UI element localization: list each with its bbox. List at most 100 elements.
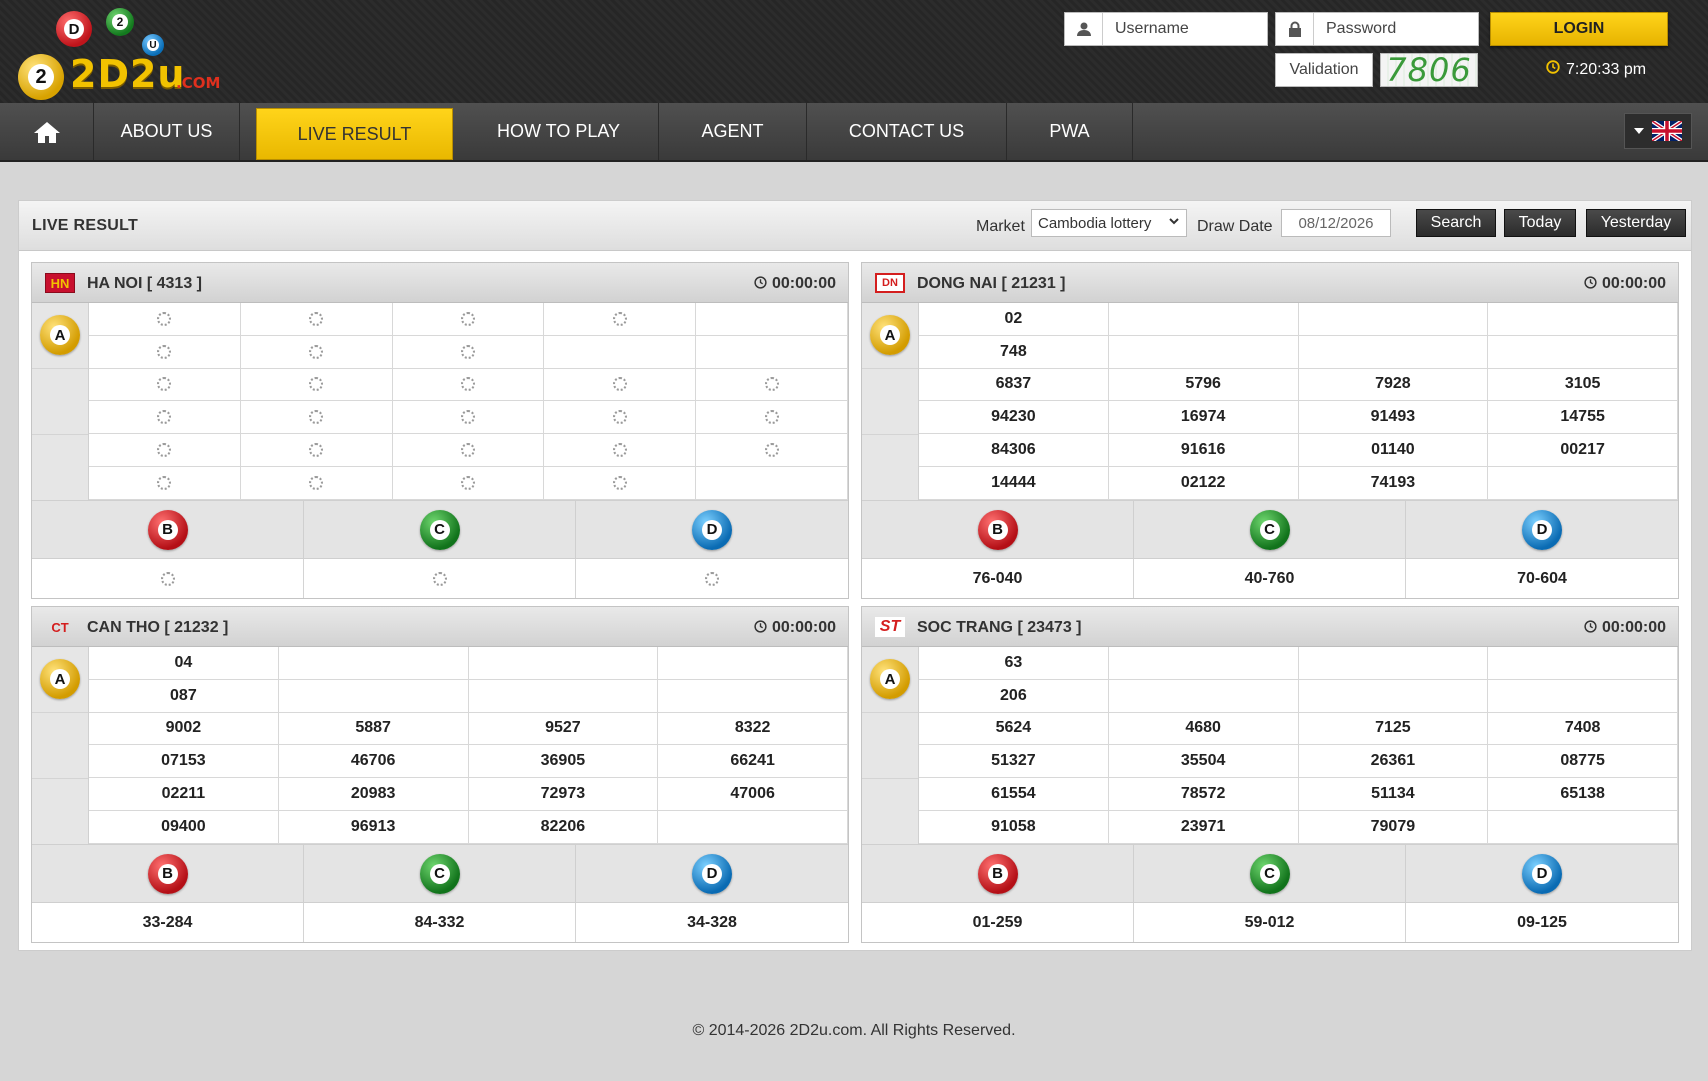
prize-a-label: A [32, 303, 88, 500]
market-flag-icon: CT [51, 619, 69, 635]
prize-a-label: A [862, 303, 918, 500]
market-flag-icon: HN [45, 273, 75, 293]
validation-placeholder: Validation [1289, 61, 1359, 78]
ball-a-icon: A [870, 659, 910, 699]
loading-spinner-icon [160, 571, 175, 586]
result-cell [392, 401, 545, 435]
ball-b-icon: B [147, 509, 188, 550]
today-button[interactable]: Today [1504, 209, 1576, 237]
result-cell [544, 303, 697, 336]
username-field[interactable]: Username [1064, 12, 1268, 46]
result-cell [240, 434, 393, 467]
loading-spinner-icon [157, 443, 172, 458]
draw-countdown: 00:00:00 [1584, 275, 1666, 293]
result-cell: 02 [919, 303, 1109, 336]
result-cell: 94230 [919, 401, 1109, 435]
ball-c-icon: C [419, 509, 460, 550]
result-cell [544, 401, 697, 435]
nav-about-us[interactable]: ABOUT US [94, 103, 240, 160]
result-cell: 72973 [468, 778, 659, 811]
prize-bcd-values: 76-040 40-760 70-604 [862, 559, 1678, 598]
uk-flag-icon [1652, 121, 1682, 141]
loading-spinner-icon [764, 410, 779, 425]
nav-home[interactable] [0, 103, 94, 160]
loading-spinner-icon [157, 475, 172, 490]
ball-a-icon: A [40, 315, 80, 355]
result-cell [89, 466, 241, 500]
site-logo[interactable]: D 2 U 2 2D2u .COM [18, 8, 228, 100]
prize-a-label: A [862, 647, 918, 844]
market-name: DONG NAI [ 21231 ] [917, 275, 1066, 292]
result-cell [544, 434, 697, 467]
result-cell: 14444 [919, 466, 1109, 500]
ball-c-icon: C [1249, 853, 1290, 894]
result-cell: 20983 [278, 778, 469, 811]
result-cell [392, 303, 545, 336]
top-bar: D 2 U 2 2D2u .COM Username Password Vali… [0, 0, 1708, 103]
logo-ball-yellow: 2 [18, 54, 64, 100]
result-cell: 23971 [1108, 810, 1299, 844]
loading-spinner-icon [612, 443, 627, 458]
loading-spinner-icon [309, 410, 324, 425]
result-cell [278, 679, 469, 713]
result-cell [696, 401, 848, 435]
clock-icon [1584, 619, 1597, 637]
result-cell: 79079 [1298, 810, 1489, 844]
search-button[interactable]: Search [1416, 209, 1496, 237]
nav-agent[interactable]: AGENT [659, 103, 807, 160]
result-cell [1108, 303, 1299, 336]
result-cell [658, 679, 848, 713]
result-cell [1108, 647, 1299, 680]
clock-icon [754, 619, 767, 637]
result-cell [89, 368, 241, 402]
ball-d-icon: D [1522, 509, 1562, 550]
nav-how-to-play[interactable]: HOW TO PLAY [459, 103, 659, 160]
clock-icon [754, 275, 767, 293]
market-name: HA NOI [ 4313 ] [87, 275, 202, 292]
live-result-container: LIVE RESULT Market Cambodia lottery Draw… [18, 200, 1692, 951]
validation-field[interactable]: Validation [1275, 53, 1373, 87]
market-select[interactable]: Cambodia lottery [1031, 209, 1187, 237]
result-cell [696, 466, 848, 500]
result-cell [544, 466, 697, 500]
draw-date-input[interactable]: 08/12/2026 [1281, 209, 1391, 237]
language-selector[interactable] [1624, 113, 1692, 149]
prize-bcd-header: B C D [862, 500, 1678, 559]
prize-value: 09-125 [1517, 913, 1567, 931]
result-cell: 61554 [919, 778, 1109, 811]
result-cell [468, 647, 659, 680]
result-cell [1298, 335, 1489, 369]
loading-spinner-icon [157, 344, 172, 359]
panel-header: DN DONG NAI [ 21231 ] 00:00:00 [862, 263, 1678, 303]
prize-value: 01-259 [862, 903, 1134, 942]
draw-countdown: 00:00:00 [754, 619, 836, 637]
result-cell: 02122 [1108, 466, 1299, 500]
loading-spinner-icon [612, 311, 627, 326]
result-cell [696, 368, 848, 402]
login-button[interactable]: LOGIN [1490, 12, 1668, 46]
result-toolbar: LIVE RESULT Market Cambodia lottery Draw… [19, 201, 1691, 251]
market-panel-hanoi: HN HA NOI [ 4313 ] 00:00:00 A B C D [31, 262, 849, 599]
market-panel-dongnai: DN DONG NAI [ 21231 ] 00:00:00 A 02 748 6837 57… [861, 262, 1679, 599]
prize-a-grid: 04 087 9002 5887 9527 8322 07153 46706 36905 6624… [88, 647, 848, 844]
result-cell: 3105 [1488, 368, 1678, 402]
result-cell: 46706 [278, 745, 469, 779]
result-cell [1488, 810, 1678, 844]
loading-spinner-icon [764, 377, 779, 392]
result-cell: 65138 [1488, 778, 1678, 811]
yesterday-button[interactable]: Yesterday [1586, 209, 1686, 237]
result-cell: 5887 [278, 712, 469, 746]
result-cell: 09400 [89, 810, 279, 844]
password-field[interactable]: Password [1275, 12, 1479, 46]
nav-live-result[interactable]: LIVE RESULT [256, 108, 453, 160]
result-cell: 07153 [89, 745, 279, 779]
prize-value: 59-012 [1134, 903, 1406, 942]
countdown-time: 00:00:00 [1601, 619, 1666, 636]
lock-icon [1276, 13, 1314, 45]
nav-pwa[interactable]: PWA [1007, 103, 1133, 160]
nav-contact-us[interactable]: CONTACT US [807, 103, 1007, 160]
result-cell: 74193 [1298, 466, 1489, 500]
ball-d-icon: D [692, 853, 732, 894]
result-cell: 84306 [919, 434, 1109, 467]
panel-header: CT CAN THO [ 21232 ] 00:00:00 [32, 607, 848, 647]
